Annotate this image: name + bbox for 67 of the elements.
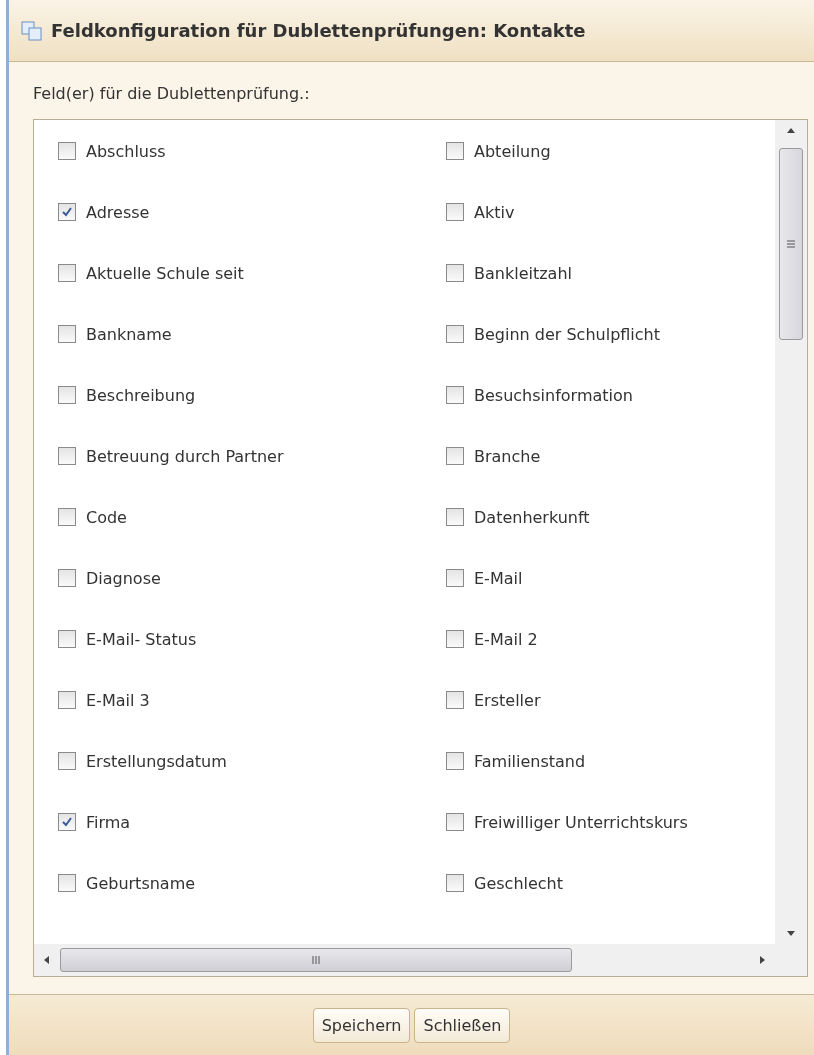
scroll-thumb[interactable] bbox=[60, 948, 572, 972]
checkbox[interactable] bbox=[446, 752, 464, 770]
checkbox-label: Besuchsinformation bbox=[474, 385, 633, 405]
checkbox-label: Adresse bbox=[86, 202, 150, 222]
checkbox[interactable] bbox=[446, 447, 464, 465]
checkbox-label: Aktuelle Schule seit bbox=[86, 263, 244, 283]
checkbox[interactable] bbox=[446, 142, 464, 160]
checkbox-label: Abteilung bbox=[474, 141, 551, 161]
checkbox[interactable] bbox=[58, 508, 76, 526]
checkbox[interactable] bbox=[446, 874, 464, 892]
checkbox-label: E-Mail bbox=[474, 568, 523, 588]
checkbox[interactable] bbox=[58, 325, 76, 343]
checkbox[interactable] bbox=[446, 264, 464, 282]
checkbox[interactable] bbox=[446, 691, 464, 709]
checkbox-label: Erstellungsdatum bbox=[86, 751, 227, 771]
checkbox[interactable] bbox=[58, 630, 76, 648]
checkbox[interactable] bbox=[58, 447, 76, 465]
checkbox[interactable] bbox=[446, 386, 464, 404]
checkbox[interactable] bbox=[58, 203, 76, 221]
checkbox[interactable] bbox=[58, 752, 76, 770]
checkbox[interactable] bbox=[58, 386, 76, 404]
check-icon bbox=[61, 206, 73, 218]
checkbox-label: E-Mail- Status bbox=[86, 629, 197, 649]
close-button[interactable]: Schließen bbox=[414, 1007, 511, 1043]
checkbox-label: Beschreibung bbox=[86, 385, 196, 405]
left-arrow-icon[interactable] bbox=[42, 955, 52, 965]
checkbox-label: Geburtsname bbox=[86, 873, 196, 893]
checkbox-label: E-Mail 3 bbox=[86, 690, 150, 710]
checkbox-label: Datenherkunft bbox=[474, 507, 590, 527]
checkbox-label: Firma bbox=[86, 812, 131, 832]
checkbox-label: Abschluss bbox=[86, 141, 166, 161]
checkbox-label: Beginn der Schulpflicht bbox=[474, 324, 661, 344]
checkbox[interactable] bbox=[58, 264, 76, 282]
field-label: Feld(er) für die Dublettenprüfung.: bbox=[33, 84, 310, 103]
checkbox[interactable] bbox=[446, 203, 464, 221]
checkbox-label: Diagnose bbox=[86, 568, 161, 588]
checkbox-label: Ersteller bbox=[474, 690, 541, 710]
checkbox-label: Aktiv bbox=[474, 202, 515, 222]
down-arrow-icon[interactable] bbox=[786, 928, 796, 938]
checkbox-label: Bankname bbox=[86, 324, 172, 344]
vertical-scrollbar[interactable] bbox=[775, 120, 807, 944]
up-arrow-icon[interactable] bbox=[786, 126, 796, 136]
checkbox-label: Branche bbox=[474, 446, 541, 466]
checkbox-label: E-Mail 2 bbox=[474, 629, 538, 649]
check-icon bbox=[61, 816, 73, 828]
checkbox-label: Betreuung durch Partner bbox=[86, 446, 284, 466]
checkbox[interactable] bbox=[58, 813, 76, 831]
copy-icon bbox=[21, 20, 43, 41]
checkbox[interactable] bbox=[58, 691, 76, 709]
scroll-thumb[interactable] bbox=[779, 148, 803, 340]
right-arrow-icon[interactable] bbox=[757, 955, 767, 965]
checkbox[interactable] bbox=[58, 874, 76, 892]
checkbox[interactable] bbox=[446, 813, 464, 831]
save-button[interactable]: Speichern bbox=[312, 1007, 411, 1043]
checkbox-label: Freiwilliger Unterrichtskurs bbox=[474, 812, 688, 832]
checkbox-label: Code bbox=[86, 507, 127, 527]
horizontal-scrollbar[interactable] bbox=[34, 944, 775, 976]
checkbox[interactable] bbox=[446, 325, 464, 343]
checkbox[interactable] bbox=[446, 569, 464, 587]
checkbox[interactable] bbox=[446, 630, 464, 648]
dialog-title: Feldkonfiguration für Dublettenprüfungen: Kontakte bbox=[51, 20, 586, 41]
checkbox[interactable] bbox=[446, 508, 464, 526]
checkbox-label: Familienstand bbox=[474, 751, 586, 771]
checkbox-label: Geschlecht bbox=[474, 873, 563, 893]
checkbox[interactable] bbox=[58, 142, 76, 160]
checkbox-label: Bankleitzahl bbox=[474, 263, 572, 283]
checkbox[interactable] bbox=[58, 569, 76, 587]
